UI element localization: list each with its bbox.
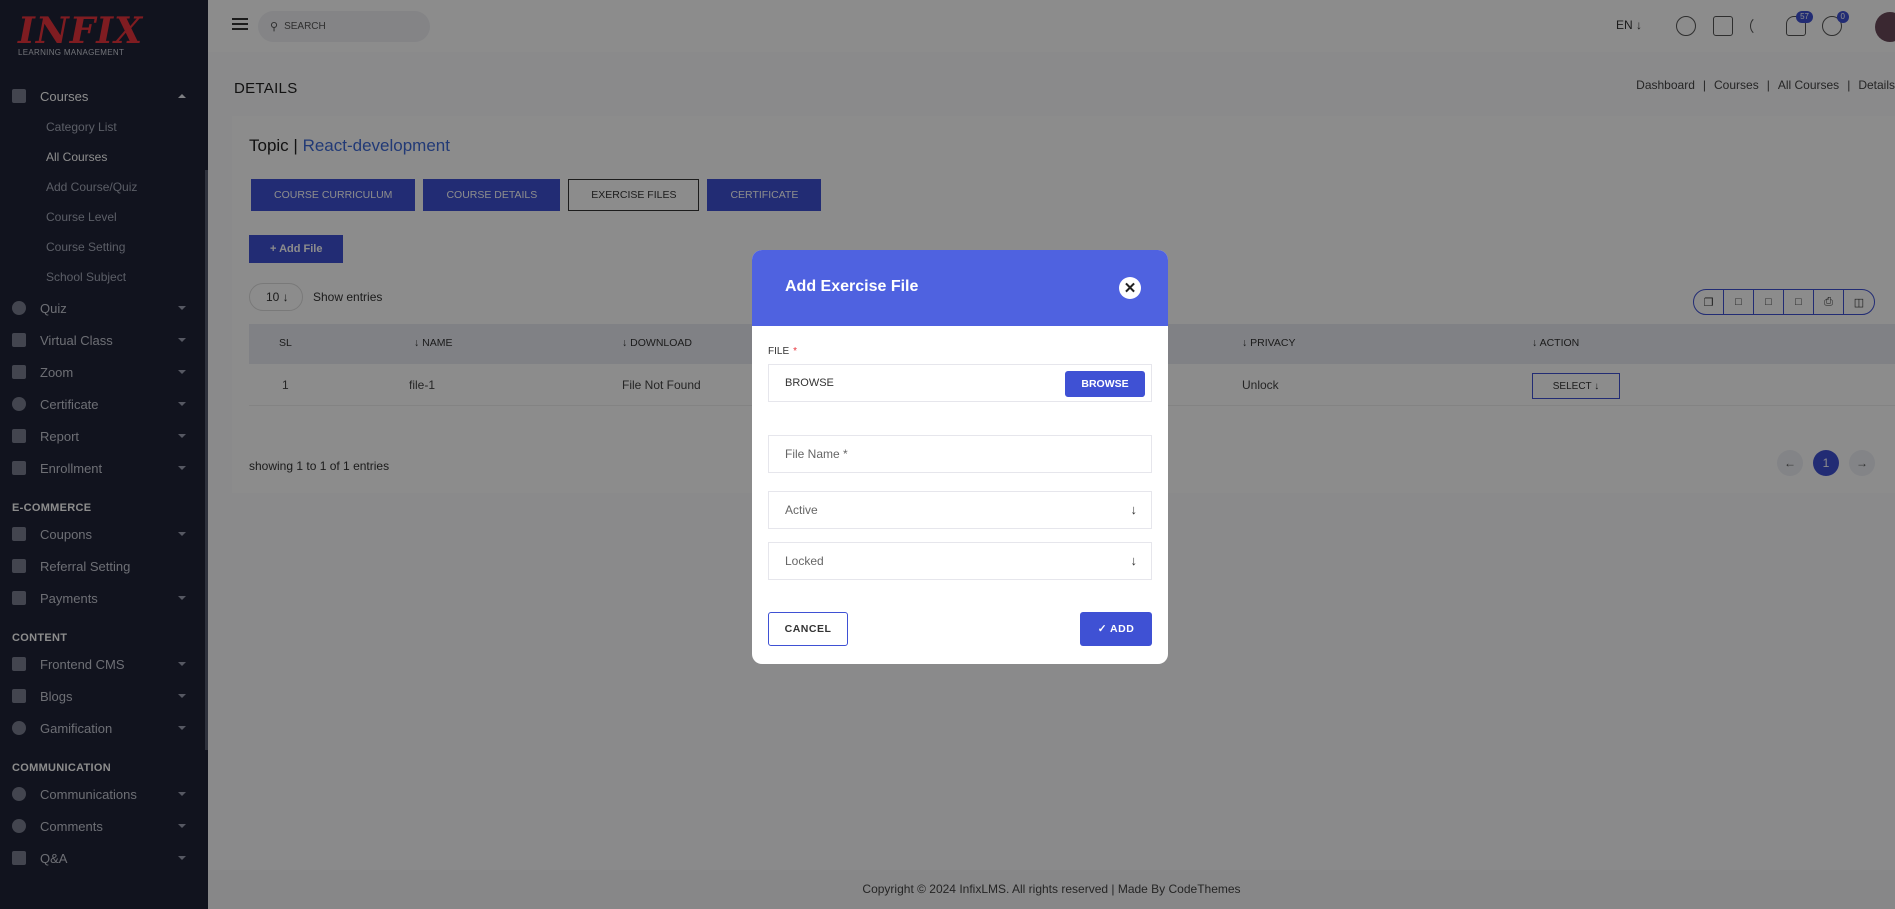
file-label-text: FILE [768, 346, 790, 357]
arrow-down-icon: ↓ [1130, 553, 1138, 568]
close-icon[interactable]: ✕ [1119, 277, 1141, 299]
cancel-button[interactable]: CANCEL [768, 612, 848, 646]
file-label: FILE * [768, 346, 797, 357]
add-button[interactable]: ✓ ADD [1080, 612, 1152, 646]
arrow-down-icon: ↓ [1130, 502, 1138, 517]
status-select[interactable]: Active ↓ [768, 491, 1152, 529]
modal-title: Add Exercise File [785, 278, 919, 295]
modal-header: Add Exercise File ✕ [752, 250, 1168, 326]
file-input-value: BROWSE [785, 377, 834, 389]
file-name-field[interactable]: File Name * [768, 435, 1152, 473]
privacy-select-value: Locked [785, 554, 824, 568]
add-exercise-file-modal: Add Exercise File ✕ FILE * BROWSE BROWSE … [752, 250, 1168, 664]
file-input[interactable]: BROWSE BROWSE [768, 364, 1152, 402]
browse-button[interactable]: BROWSE [1065, 371, 1145, 397]
privacy-select[interactable]: Locked ↓ [768, 542, 1152, 580]
required-marker: * [793, 346, 798, 357]
status-select-value: Active [785, 503, 818, 517]
